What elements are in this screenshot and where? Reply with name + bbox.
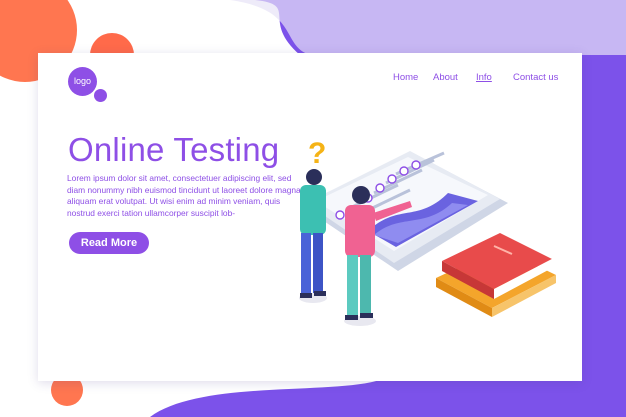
books-icon — [436, 233, 556, 317]
person-thinking — [299, 169, 327, 303]
question-mark-icon: ? — [308, 137, 326, 170]
online-testing-illustration: ? — [299, 137, 556, 326]
landing-card: logo Home About Info Contact us Online T… — [38, 53, 582, 381]
